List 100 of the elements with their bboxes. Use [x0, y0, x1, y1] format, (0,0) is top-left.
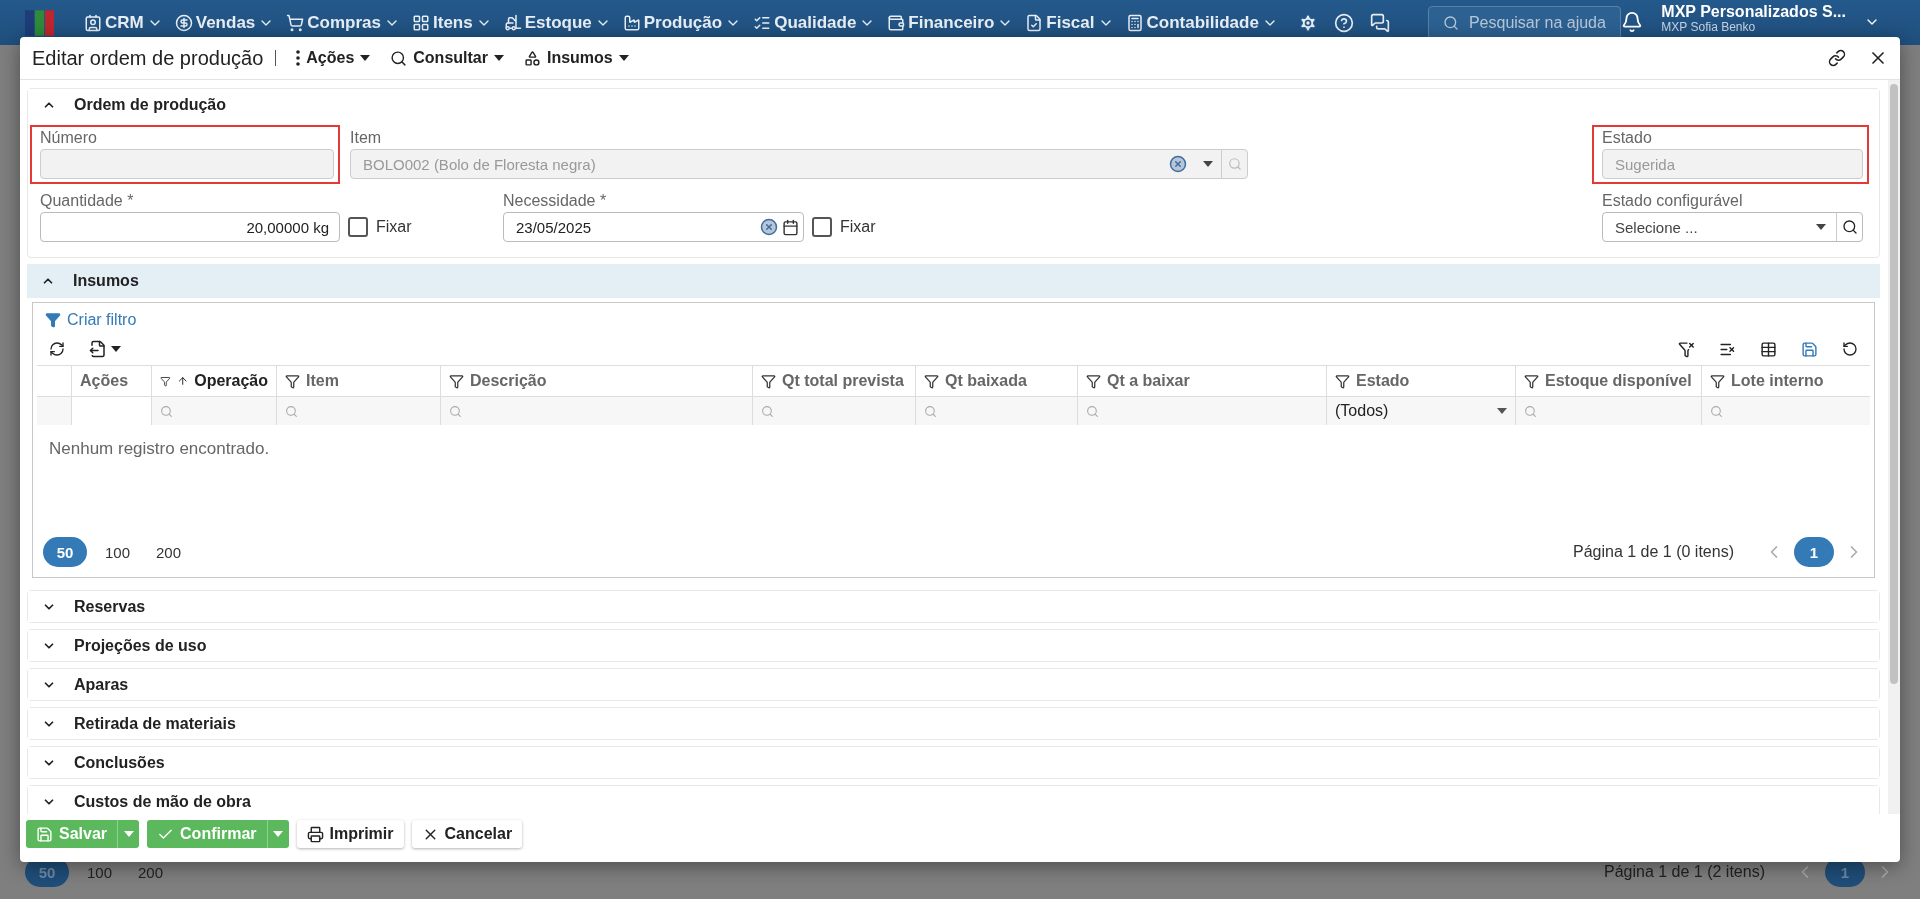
user-name: MXP Sofia Benko — [1661, 20, 1757, 34]
dialog-menu[interactable]: Insumos — [523, 49, 629, 67]
page-info: Página 1 de 1 (2 itens) — [1604, 863, 1765, 881]
restore-icon[interactable] — [1842, 341, 1858, 357]
column-header[interactable]: Operação — [151, 366, 276, 396]
logo — [25, 8, 55, 37]
field-label: Necessidade * — [503, 192, 608, 210]
search-icon — [1524, 404, 1537, 418]
page-size-option[interactable]: 50 — [43, 537, 87, 567]
section-header[interactable]: Reservas — [27, 590, 1880, 623]
export-icon — [89, 340, 107, 358]
caret-icon — [618, 55, 629, 61]
action-button[interactable]: Imprimir — [296, 820, 404, 848]
date-field[interactable]: 23/05/2025 — [503, 212, 804, 242]
checkbox[interactable] — [348, 217, 368, 237]
page-info: Página 1 de 1 (0 itens) — [1573, 543, 1734, 561]
refresh-icon[interactable] — [49, 341, 65, 357]
wallet-icon — [887, 13, 906, 32]
dialog-menu[interactable]: Consultar — [390, 49, 504, 67]
filter-icon — [1335, 373, 1350, 389]
column-header[interactable]: Qt baixada — [915, 366, 1077, 396]
export-button[interactable] — [89, 340, 121, 358]
dialog-menu[interactable]: Ações — [296, 49, 371, 67]
nav-menu[interactable]: Compras — [286, 12, 400, 33]
help-icon[interactable] — [1333, 12, 1354, 33]
nav-menu[interactable]: Estoque — [503, 12, 611, 33]
column-header[interactable]: Estoque disponível — [1515, 366, 1701, 396]
nav-menu[interactable]: Fiscal — [1025, 12, 1114, 33]
column-header[interactable]: Lote interno — [1701, 366, 1880, 396]
dialog-title: Editar ordem de produção — [32, 46, 264, 70]
search-icon — [924, 404, 937, 418]
quantity-field[interactable]: 20,00000 kg — [40, 212, 340, 242]
dropdown-button[interactable] — [117, 820, 140, 848]
search-list-icon — [390, 49, 408, 67]
checkbox-label: Fixar — [376, 218, 412, 236]
checkbox[interactable] — [812, 217, 832, 237]
caret-icon — [360, 55, 371, 61]
select-field[interactable]: Selecione ... — [1602, 212, 1863, 242]
caret-icon — [123, 831, 134, 837]
field-label: Item — [350, 129, 383, 147]
page-button[interactable]: 1 — [1794, 537, 1834, 567]
link-icon[interactable] — [1828, 49, 1846, 67]
filter-icon — [449, 373, 464, 389]
column-header[interactable]: Descrição — [440, 366, 752, 396]
caret-icon — [273, 831, 283, 837]
calculator-icon — [1125, 13, 1144, 32]
column-header[interactable]: Ações — [71, 366, 151, 396]
column-header[interactable]: Estado — [1326, 366, 1515, 396]
field-label: Estado configurável — [1602, 192, 1744, 210]
nav-menu[interactable]: CRM — [84, 12, 163, 33]
filter-icon — [285, 373, 300, 389]
section-header[interactable]: Custos de mão de obra — [27, 785, 1880, 814]
settings-icon[interactable] — [1297, 12, 1318, 33]
section-header[interactable]: Aparas — [27, 668, 1880, 701]
scrollbar[interactable] — [1888, 80, 1900, 814]
caret-icon — [1497, 408, 1507, 414]
nav-menu[interactable]: Itens — [412, 12, 492, 33]
search-icon — [285, 404, 298, 418]
filter-icon — [761, 373, 776, 389]
column-header[interactable]: Item — [276, 366, 440, 396]
action-button[interactable]: Cancelar — [411, 820, 523, 848]
calendar-icon[interactable] — [782, 218, 799, 236]
chat-icon[interactable] — [1369, 12, 1390, 33]
nav-menu[interactable]: Qualidade — [753, 12, 876, 33]
dropdown-button[interactable] — [266, 820, 289, 848]
filter-icon — [924, 373, 939, 389]
column-header[interactable]: Qt total prevista — [752, 366, 915, 396]
dropdown-caret-icon — [1203, 161, 1213, 167]
save-icon[interactable] — [1801, 340, 1818, 358]
nav-menu[interactable]: Produção — [622, 12, 742, 33]
field-label: Número — [40, 129, 98, 147]
column-header[interactable]: Qt a baixar — [1077, 366, 1326, 396]
section-header[interactable]: Conclusões — [27, 746, 1880, 779]
search-icon[interactable] — [1841, 219, 1858, 235]
dropdown-caret-icon — [1816, 224, 1826, 230]
filter-select[interactable]: (Todos) — [1326, 397, 1515, 425]
factory-icon — [622, 13, 641, 32]
help-search-field[interactable]: Pesquisar na ajuda — [1427, 5, 1622, 40]
printer-icon — [306, 825, 324, 843]
section-header[interactable]: Insumos — [27, 264, 1880, 298]
field-label: Estado — [1602, 129, 1653, 147]
bell-icon[interactable] — [1621, 11, 1644, 34]
caret-icon — [493, 55, 504, 61]
contact-card-icon — [84, 13, 103, 32]
clear-filter-icon[interactable] — [1678, 340, 1695, 358]
section-header[interactable]: Projeções de uso — [27, 629, 1880, 662]
page-size-option[interactable]: 200 — [148, 537, 190, 567]
nav-menu[interactable]: Financeiro — [887, 12, 1014, 33]
search-icon — [1710, 404, 1723, 418]
nav-menu[interactable]: Contabilidade — [1125, 12, 1278, 33]
grid-icon — [412, 13, 430, 32]
clear-icon[interactable] — [760, 218, 778, 236]
page-size-option[interactable]: 100 — [97, 537, 139, 567]
filter-icon — [1086, 373, 1101, 389]
create-filter-link[interactable]: Criar filtro — [33, 303, 1874, 333]
section-header[interactable]: Retirada de materiais — [27, 707, 1880, 740]
table-icon[interactable] — [1760, 340, 1777, 358]
search-icon — [761, 404, 774, 418]
cart-icon — [286, 13, 305, 32]
nav-menu[interactable]: Vendas — [174, 12, 275, 33]
